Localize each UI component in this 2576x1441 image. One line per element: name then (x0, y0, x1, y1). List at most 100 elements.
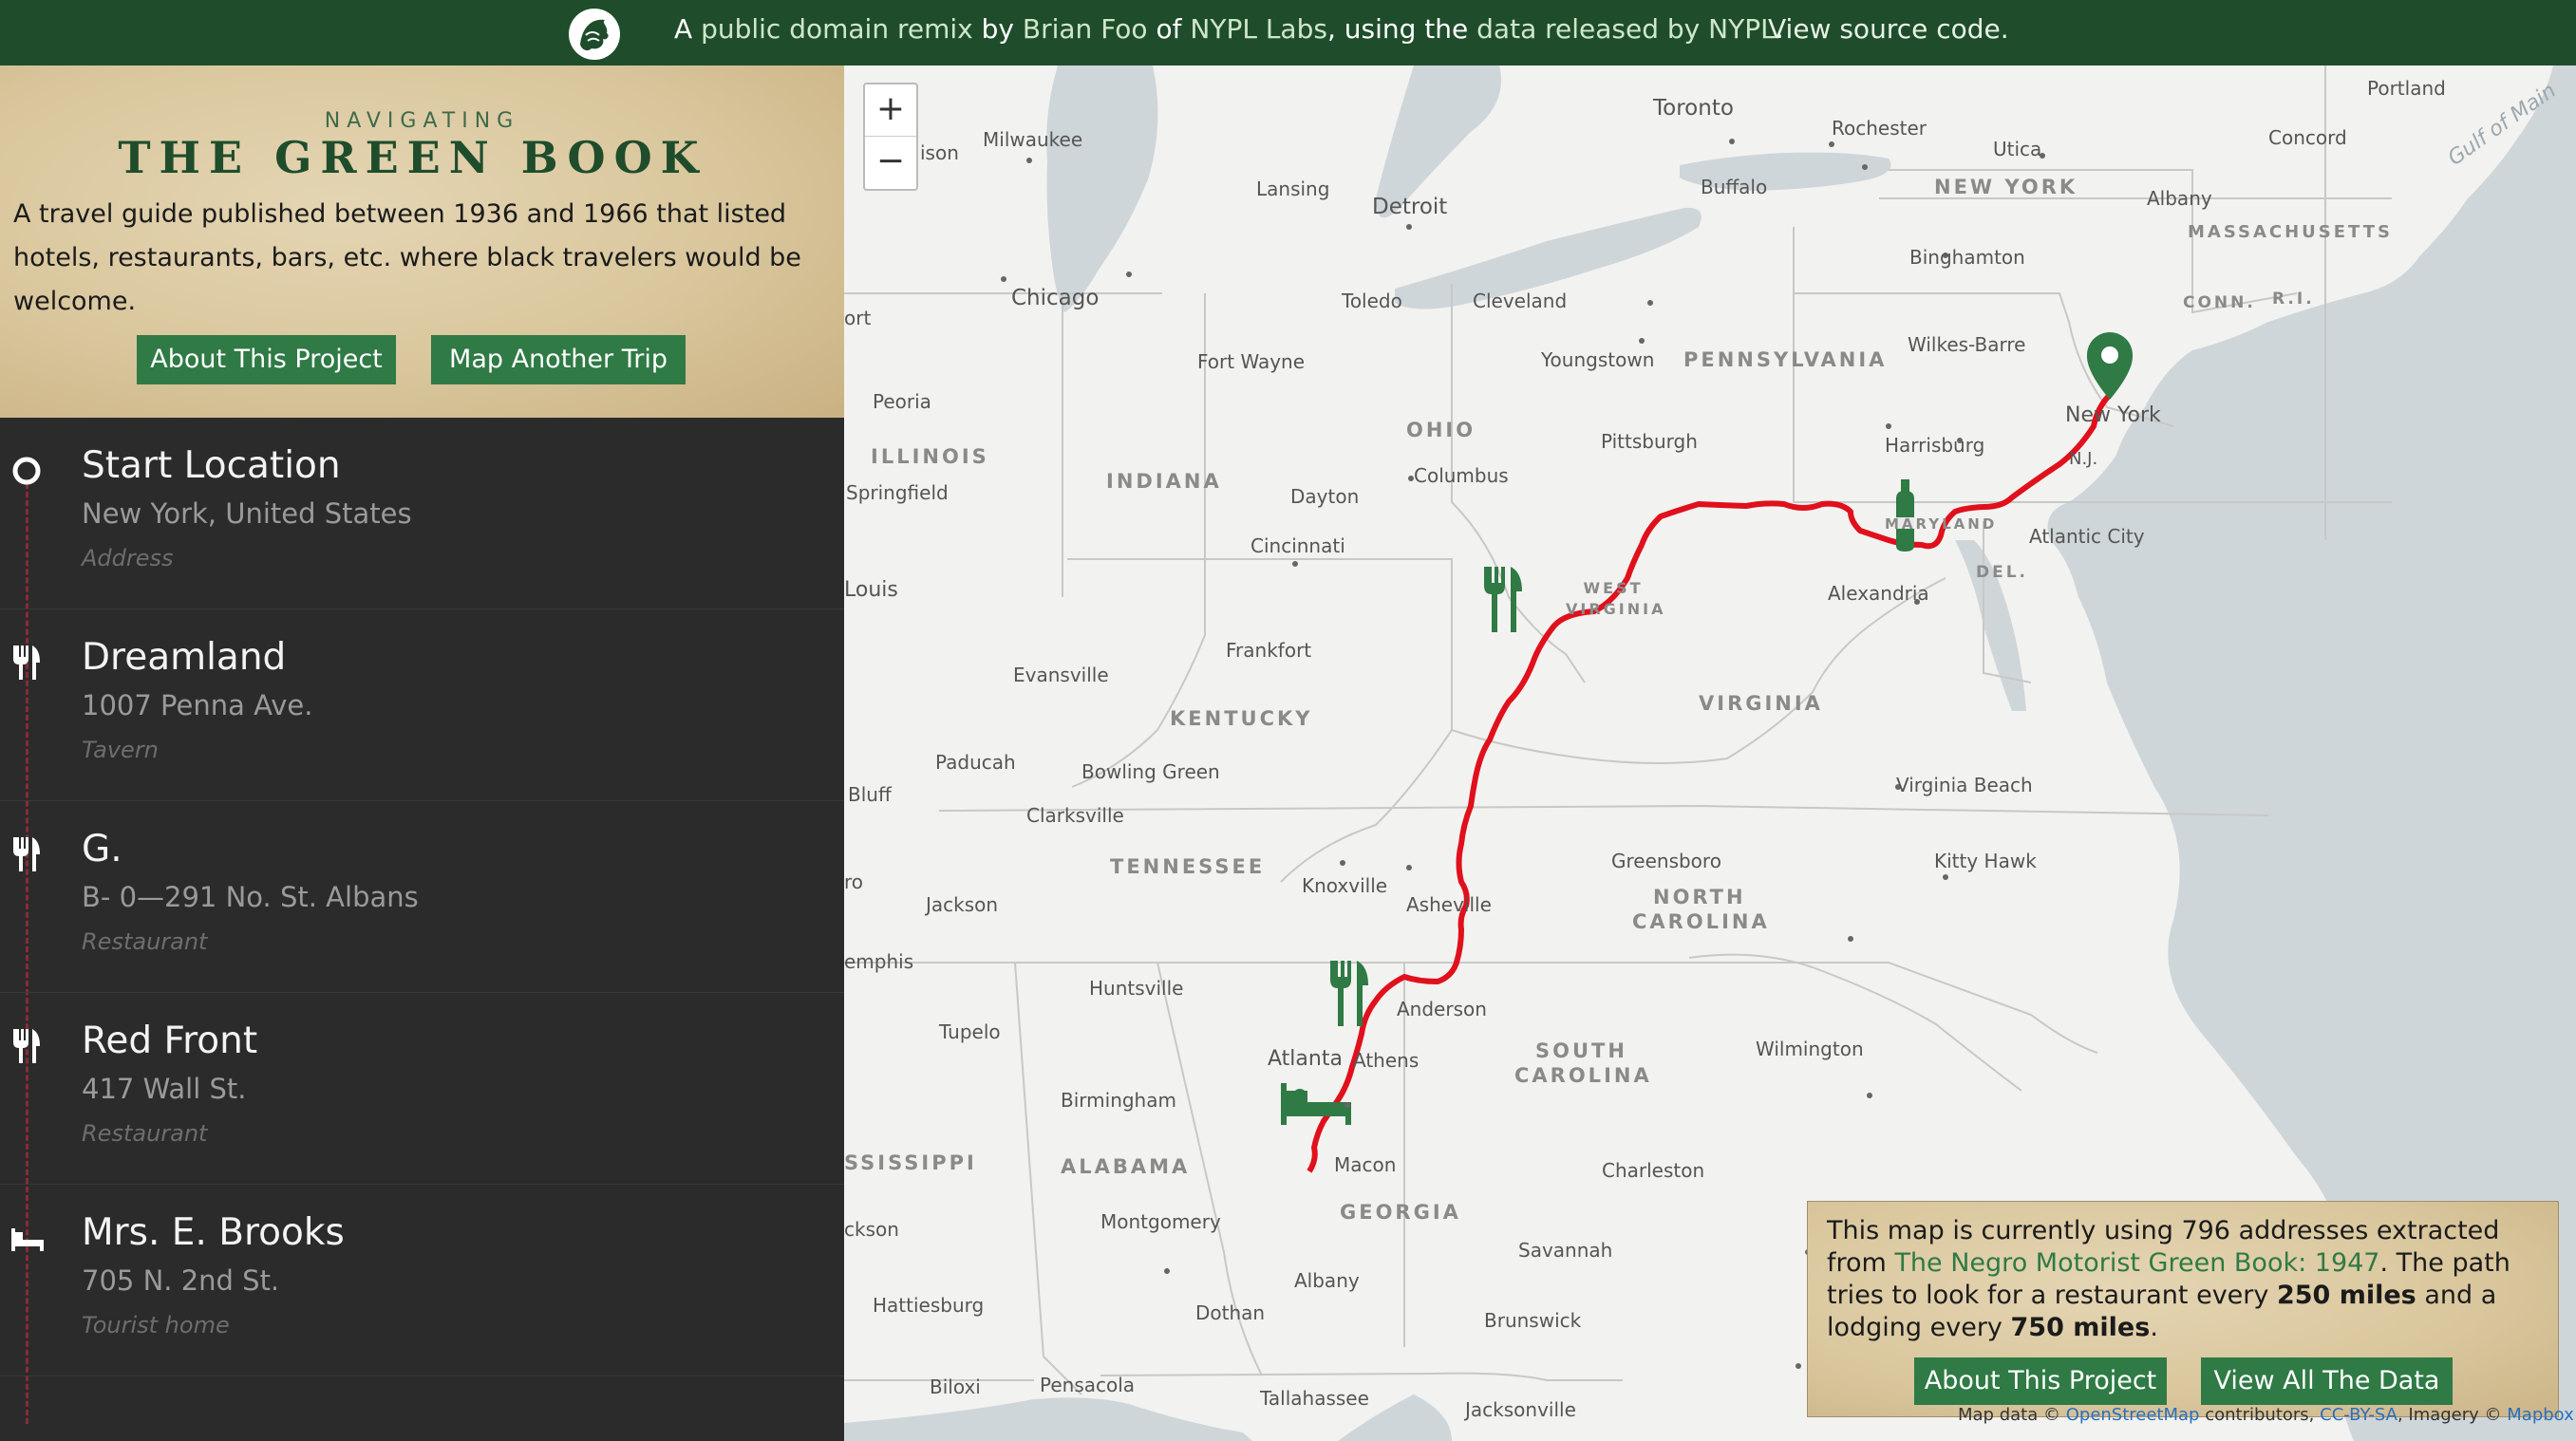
stop-name: Red Front (82, 1020, 258, 1062)
map-place-label: Biloxi (930, 1376, 981, 1398)
map-place-label: Huntsville (1089, 977, 1184, 1000)
map-region-label: R.I. (2272, 290, 2315, 309)
map-place-label: Pensacola (1040, 1374, 1136, 1396)
map-place-label: Bowling Green (1081, 760, 1220, 783)
map-place-label: Virginia Beach (1896, 774, 2033, 796)
map-region-label: VIRGINIA (1699, 692, 1823, 715)
credit-text: , using the (1326, 13, 1469, 45)
map-region-label: KENTUCKY (1170, 707, 1313, 730)
top-banner: A public domain remix by Brian Foo of NY… (0, 0, 2576, 66)
green-book-1947-link[interactable]: The Negro Motorist Green Book: 1947 (1894, 1248, 2379, 1278)
description: A travel guide published between 1936 an… (13, 199, 801, 316)
map-region-label: INDIANA (1106, 470, 1222, 493)
itinerary-stop[interactable]: Dreamland 1007 Penna Ave. Tavern (0, 609, 844, 801)
restaurant-marker-icon[interactable] (1330, 961, 1368, 1026)
map-region-label: TENNESSEE (1110, 855, 1266, 878)
map-place-label: Portland (2367, 77, 2446, 100)
about-project-button[interactable]: About This Project (1914, 1357, 2167, 1405)
about-project-button[interactable]: About This Project (137, 335, 396, 384)
map-region-label: CAROLINA (1632, 910, 1770, 933)
header-panel: NAVIGATING THE GREEN BOOK A travel guide… (0, 66, 844, 418)
map-region-label: PENNSYLVANIA (1683, 348, 1888, 371)
map-place-label: Clarksville (1026, 804, 1124, 827)
map-place-label: ckson (844, 1218, 899, 1241)
map-place-label: emphis (844, 950, 914, 973)
map-place-label: Birmingham (1061, 1089, 1176, 1112)
map-region-label: NORTH (1653, 886, 1746, 908)
view-source-link[interactable]: View source code. (1768, 13, 2009, 45)
cc-by-sa-link[interactable]: CC-BY-SA (2320, 1405, 2397, 1425)
stop-name: G. (82, 828, 122, 870)
nypl-lion-logo-icon[interactable] (567, 7, 622, 62)
fork-knife-icon (13, 646, 40, 680)
map-place-label: Montgomery (1100, 1210, 1221, 1233)
map-region-label: ALABAMA (1061, 1155, 1191, 1178)
map-place-label: Harrisburg (1885, 434, 1985, 457)
itinerary-stop[interactable]: Start Location New York, United States A… (0, 418, 844, 609)
map-place-label: Paducah (935, 751, 1016, 774)
map-place-label: Jacksonville (1465, 1398, 1576, 1421)
map-region-label: WEST VIRGINIA (1566, 579, 1666, 618)
map-place-label: Knoxville (1302, 874, 1388, 897)
map-region-label: CONN. (2183, 293, 2256, 312)
map-place-label: Toledo (1342, 290, 1402, 312)
map-place-label: ort (844, 307, 872, 329)
map-place-label: Wilmington (1756, 1038, 1864, 1060)
map-place-label: ro (844, 870, 864, 893)
map-region-label: ILLINOIS (871, 445, 989, 468)
map-place-label: Lansing (1256, 178, 1330, 200)
stop-name: Mrs. E. Brooks (82, 1211, 345, 1254)
lodging-distance: 750 miles (2010, 1313, 2151, 1342)
map-place-label: Concord (2268, 126, 2347, 149)
zoom-out-button[interactable]: − (865, 137, 916, 189)
map-place-label: Anderson (1397, 998, 1487, 1020)
map-region-label: CAROLINA (1514, 1064, 1652, 1087)
map-region-label: MASSACHUSETTS (2188, 222, 2393, 242)
map-place-label: Peoria (873, 390, 931, 413)
zoom-in-button[interactable]: + (865, 84, 916, 137)
itinerary-stop[interactable]: Red Front 417 Wall St. Restaurant (0, 993, 844, 1185)
map-place-label: Macon (1334, 1153, 1397, 1176)
map-place-label: Alexandria (1828, 582, 1929, 605)
map-place-label: Bluff (848, 783, 892, 806)
stop-type: Restaurant (82, 1120, 208, 1147)
itinerary-stop[interactable]: G. B- 0—291 No. St. Albans Restaurant (0, 801, 844, 993)
map-region-label: MARYLAND (1885, 515, 1998, 533)
map-place-label: Milwaukee (983, 128, 1083, 151)
map-place-label: Greensboro (1611, 850, 1721, 872)
start-pin-icon[interactable] (2086, 332, 2134, 400)
stop-type: Tourist home (82, 1312, 230, 1338)
fork-knife-icon (13, 1029, 40, 1063)
stop-type: Tavern (82, 737, 159, 763)
public-domain-remix-link[interactable]: public domain remix (701, 13, 973, 45)
itinerary-stop[interactable]: Mrs. E. Brooks 705 N. 2nd St. Tourist ho… (0, 1185, 844, 1376)
map-another-trip-button[interactable]: Map Another Trip (431, 335, 686, 384)
map-place-label: Evansville (1013, 664, 1109, 686)
credit-line: A public domain remix by Brian Foo of NY… (674, 13, 1784, 45)
restaurant-marker-icon[interactable] (1484, 567, 1522, 632)
lodging-bed-marker-icon[interactable] (1281, 1083, 1351, 1125)
brian-foo-link[interactable]: Brian Foo (1023, 13, 1148, 45)
map-place-label: Binghamton (1909, 246, 2025, 269)
info-sentence: . (2150, 1313, 2158, 1342)
map-place-label: Tupelo (939, 1020, 1001, 1043)
credit-text: of (1156, 13, 1182, 45)
map-place-label: Cleveland (1473, 290, 1568, 312)
map-place-label: ison (920, 141, 959, 164)
bed-icon (11, 1228, 44, 1251)
restaurant-distance: 250 miles (2276, 1281, 2416, 1310)
stop-address: 417 Wall St. (82, 1073, 247, 1105)
map-place-label: Kitty Hawk (1934, 850, 2037, 872)
view-all-data-button[interactable]: View All The Data (2201, 1357, 2453, 1405)
map-place-label: Utica (1993, 138, 2042, 160)
map-place-label: New York (2065, 403, 2161, 427)
mapbox-link[interactable]: Mapbox (2507, 1405, 2574, 1425)
openstreetmap-link[interactable]: OpenStreetMap (2066, 1405, 2200, 1425)
data-released-link[interactable]: data released by NYPL (1476, 13, 1776, 45)
map-place-label: Youngstown (1541, 348, 1655, 371)
map-attribution: Map data © OpenStreetMap contributors, C… (1958, 1405, 2574, 1425)
map-place-label: Tallahassee (1260, 1387, 1369, 1410)
map-place-label: Wilkes-Barre (1908, 333, 2026, 356)
nypl-labs-link[interactable]: NYPL Labs (1190, 13, 1327, 45)
map-region-label: DEL. (1976, 563, 2029, 582)
